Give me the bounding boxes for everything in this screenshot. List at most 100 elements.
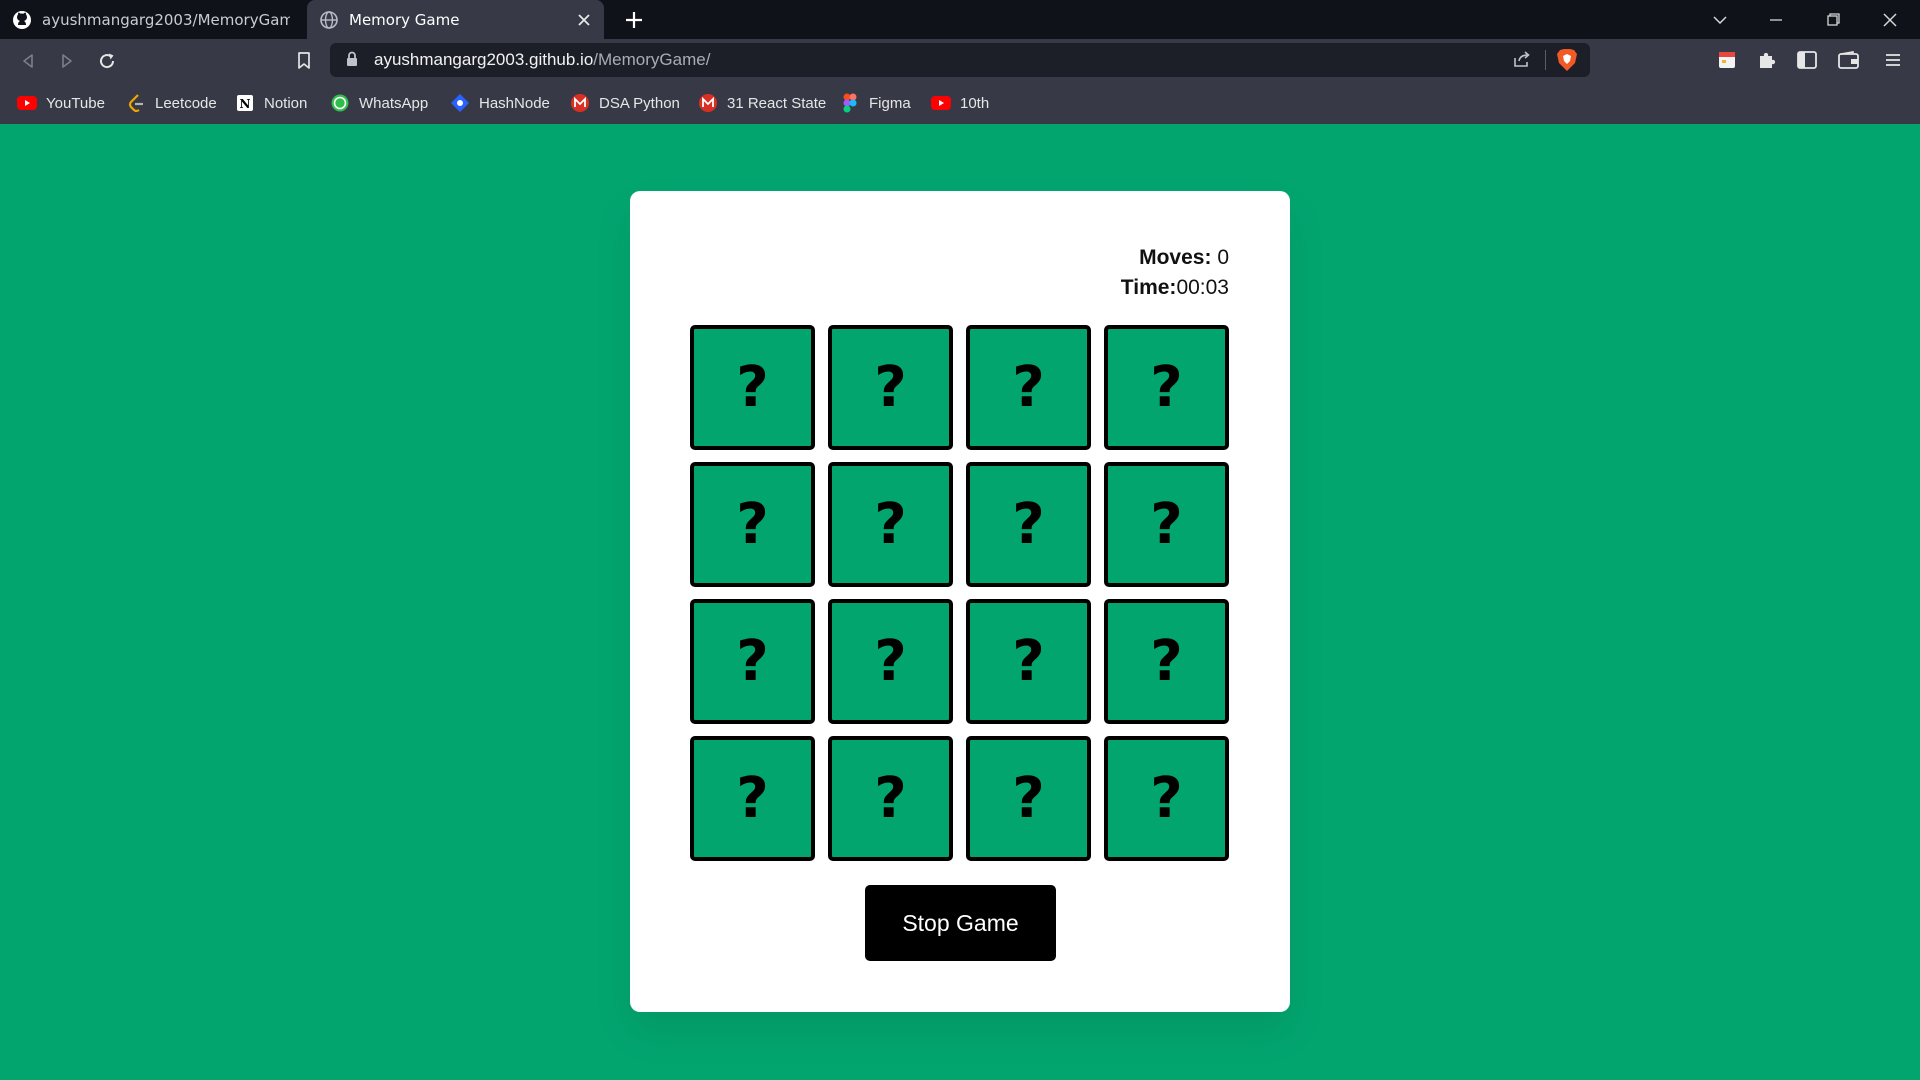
timer: Time:00:03	[1121, 273, 1229, 303]
tile-question-mark: ?	[736, 354, 769, 420]
gmail-icon	[698, 93, 718, 113]
gmail-icon	[570, 93, 590, 113]
bookmark-leetcode[interactable]: Leetcode	[126, 91, 217, 115]
minimize-icon[interactable]	[1748, 0, 1804, 39]
memory-tile[interactable]: ?	[1104, 462, 1229, 587]
close-icon[interactable]	[576, 12, 592, 28]
bookmark-label: DSA Python	[599, 94, 680, 112]
tile-question-mark: ?	[1150, 628, 1183, 694]
tile-question-mark: ?	[874, 354, 907, 420]
bookmark-label: WhatsApp	[359, 94, 429, 112]
brave-shield-icon[interactable]	[1556, 48, 1578, 76]
figma-icon	[840, 93, 860, 113]
memory-tile[interactable]: ?	[966, 599, 1091, 724]
tile-question-mark: ?	[1150, 765, 1183, 831]
memory-tile[interactable]: ?	[966, 462, 1091, 587]
bookmark-label: Leetcode	[155, 94, 217, 112]
globe-icon	[319, 10, 339, 30]
url-text: ayushmangarg2003.github.io/MemoryGame/	[374, 50, 710, 70]
memory-tile[interactable]: ?	[828, 325, 953, 450]
browser-chrome: ayushmangarg2003/MemoryGame: Th Memory G…	[0, 0, 1920, 124]
tile-question-mark: ?	[874, 491, 907, 557]
tab-title: ayushmangarg2003/MemoryGame: Th	[42, 10, 290, 29]
extension-calendar-icon[interactable]	[1714, 47, 1740, 73]
bookmark-10th[interactable]: 10th	[931, 91, 989, 115]
card-grid: ????????????????	[690, 325, 1230, 875]
memory-tile[interactable]: ?	[1104, 325, 1229, 450]
forward-icon[interactable]	[53, 47, 81, 75]
wallet-icon[interactable]	[1836, 47, 1862, 73]
bookmark-notion[interactable]: N Notion	[235, 91, 307, 115]
time-value: 00:03	[1176, 276, 1229, 299]
game-stats: Moves: 0 Time:00:03	[1121, 243, 1229, 303]
notion-icon: N	[235, 93, 255, 113]
tile-question-mark: ?	[1150, 354, 1183, 420]
new-tab-button[interactable]	[620, 6, 648, 34]
back-icon[interactable]	[14, 47, 42, 75]
window-close-icon[interactable]	[1862, 0, 1918, 39]
tab-github[interactable]: ayushmangarg2003/MemoryGame: Th	[0, 0, 302, 39]
memory-tile[interactable]: ?	[966, 736, 1091, 861]
memory-tile[interactable]: ?	[690, 599, 815, 724]
tile-question-mark: ?	[736, 765, 769, 831]
bookmark-hashnode[interactable]: HashNode	[450, 91, 550, 115]
memory-tile[interactable]: ?	[828, 599, 953, 724]
tab-strip: ayushmangarg2003/MemoryGame: Th Memory G…	[0, 0, 1920, 39]
whatsapp-icon	[330, 93, 350, 113]
bookmarks-bar: YouTube Leetcode N Notion WhatsApp HashN…	[0, 82, 1920, 124]
game-card: Moves: 0 Time:00:03 ???????????????? Sto…	[630, 191, 1290, 1012]
tile-question-mark: ?	[1150, 491, 1183, 557]
bookmark-label: 10th	[960, 94, 990, 112]
bookmark-label: HashNode	[479, 94, 550, 112]
bookmark-whatsapp[interactable]: WhatsApp	[330, 91, 428, 115]
tile-question-mark: ?	[736, 491, 769, 557]
bookmark-label: Notion	[264, 94, 308, 112]
memory-tile[interactable]: ?	[1104, 599, 1229, 724]
memory-tile[interactable]: ?	[828, 462, 953, 587]
address-bar[interactable]: ayushmangarg2003.github.io/MemoryGame/	[330, 43, 1590, 77]
bookmark-label: 31 React State	[727, 94, 827, 112]
tab-search-chevron-icon[interactable]	[1692, 0, 1748, 39]
bookmark-react-state[interactable]: 31 React State	[698, 91, 826, 115]
memory-tile[interactable]: ?	[966, 325, 1091, 450]
divider	[1545, 50, 1546, 70]
moves-value: 0	[1217, 246, 1229, 269]
memory-tile[interactable]: ?	[1104, 736, 1229, 861]
extensions-puzzle-icon[interactable]	[1754, 47, 1780, 73]
bookmark-icon[interactable]	[290, 47, 318, 75]
bookmark-figma[interactable]: Figma	[840, 91, 911, 115]
youtube-icon	[17, 93, 37, 113]
lock-icon	[346, 51, 358, 71]
youtube-icon	[931, 93, 951, 113]
tile-question-mark: ?	[874, 765, 907, 831]
memory-tile[interactable]: ?	[690, 325, 815, 450]
tab-title: Memory Game	[349, 10, 460, 29]
tile-question-mark: ?	[1012, 354, 1045, 420]
memory-tile[interactable]: ?	[690, 736, 815, 861]
memory-tile[interactable]: ?	[828, 736, 953, 861]
memory-tile[interactable]: ?	[690, 462, 815, 587]
url-host: ayushmangarg2003.github.io	[374, 50, 594, 69]
tab-memory-game[interactable]: Memory Game	[307, 0, 604, 39]
stop-game-button[interactable]: Stop Game	[865, 885, 1056, 961]
bookmark-dsa-python[interactable]: DSA Python	[570, 91, 680, 115]
bookmark-youtube[interactable]: YouTube	[17, 91, 105, 115]
browser-toolbar: ayushmangarg2003.github.io/MemoryGame/	[0, 39, 1920, 82]
github-icon	[12, 10, 32, 30]
reload-icon[interactable]	[93, 47, 121, 75]
tile-question-mark: ?	[1012, 491, 1045, 557]
sidebar-icon[interactable]	[1794, 47, 1820, 73]
share-icon[interactable]	[1512, 49, 1532, 73]
restore-icon[interactable]	[1805, 0, 1861, 39]
tile-question-mark: ?	[736, 628, 769, 694]
time-label: Time:	[1120, 276, 1177, 299]
moves-label: Moves:	[1139, 246, 1212, 269]
tile-question-mark: ?	[1012, 765, 1045, 831]
svg-text:N: N	[240, 97, 251, 111]
menu-icon[interactable]	[1880, 47, 1906, 73]
tile-question-mark: ?	[1012, 628, 1045, 694]
leetcode-icon	[126, 93, 146, 113]
url-path: /MemoryGame/	[593, 50, 711, 69]
bookmark-label: Figma	[869, 94, 911, 112]
tile-question-mark: ?	[874, 628, 907, 694]
